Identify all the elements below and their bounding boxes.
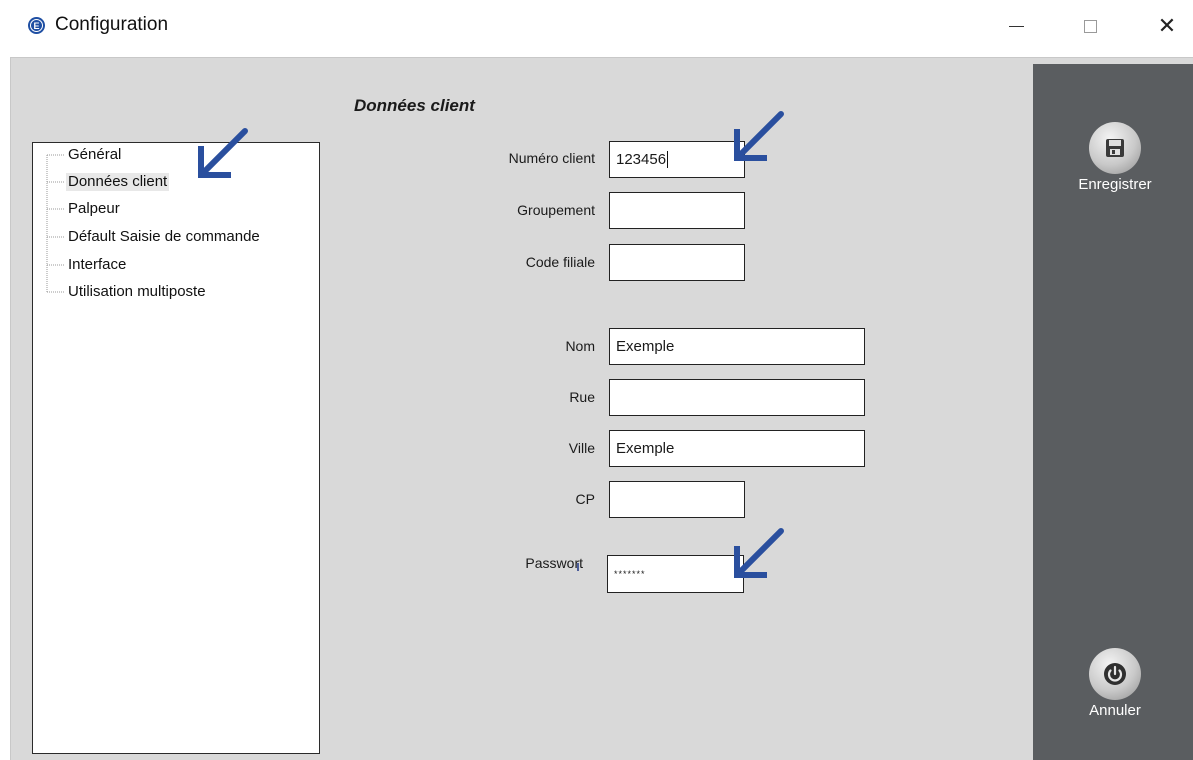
- ville-input[interactable]: Exemple: [609, 430, 865, 467]
- floppy-disk-icon: [1089, 122, 1141, 174]
- numero-client-input[interactable]: 123456: [609, 141, 745, 178]
- settings-tree: Général Données client Palpeur Défault S…: [32, 142, 320, 754]
- tree-item-utilisation-multiposte[interactable]: Utilisation multiposte: [68, 283, 206, 301]
- window-title: Configuration: [55, 14, 169, 35]
- label-tick-mark: [577, 563, 579, 571]
- save-button[interactable]: Enregistrer: [1055, 122, 1175, 193]
- minimize-button[interactable]: [994, 6, 1038, 46]
- text-caret: [667, 151, 669, 168]
- tree-item-default-saisie-commande[interactable]: Défault Saisie de commande: [68, 228, 260, 246]
- section-title: Données client: [354, 96, 475, 115]
- nom-label: Nom: [565, 338, 595, 354]
- power-icon: [1089, 648, 1141, 700]
- maximize-button[interactable]: [1068, 6, 1112, 46]
- tree-item-palpeur[interactable]: Palpeur: [68, 200, 120, 218]
- rue-label: Rue: [569, 389, 595, 405]
- minimize-icon: [1008, 25, 1024, 27]
- cancel-button[interactable]: Annuler: [1055, 648, 1175, 719]
- config-content: Général Données client Palpeur Défault S…: [10, 57, 1193, 760]
- app-logo-letter: E: [33, 20, 40, 31]
- title-bar: E Configuration ✕: [0, 0, 1193, 52]
- nom-input[interactable]: Exemple: [609, 328, 865, 365]
- ville-label: Ville: [568, 440, 595, 456]
- maximize-icon: [1083, 19, 1097, 33]
- groupement-label: Groupement: [517, 202, 595, 218]
- action-panel: Enregistrer Annuler: [1033, 64, 1193, 760]
- passwort-label: Passwort: [525, 555, 583, 571]
- cp-label: CP: [575, 491, 595, 507]
- rue-input[interactable]: [609, 379, 865, 416]
- tree-item-donnees-client[interactable]: Données client: [66, 173, 170, 191]
- code-filiale-label: Code filiale: [525, 254, 595, 270]
- cp-input[interactable]: [609, 481, 745, 518]
- cancel-label: Annuler: [1089, 702, 1141, 719]
- close-button[interactable]: ✕: [1145, 6, 1189, 46]
- close-icon: ✕: [1157, 13, 1177, 38]
- numero-client-value: 123456: [616, 151, 667, 168]
- save-label: Enregistrer: [1078, 176, 1152, 193]
- tree-item-interface[interactable]: Interface: [68, 256, 126, 274]
- passwort-input[interactable]: *******: [607, 555, 744, 593]
- code-filiale-input[interactable]: [609, 244, 745, 281]
- groupement-input[interactable]: [609, 192, 745, 229]
- numero-client-label: Numéro client: [508, 150, 595, 166]
- app-logo-icon: E: [28, 17, 45, 34]
- tree-item-general[interactable]: Général: [68, 146, 121, 164]
